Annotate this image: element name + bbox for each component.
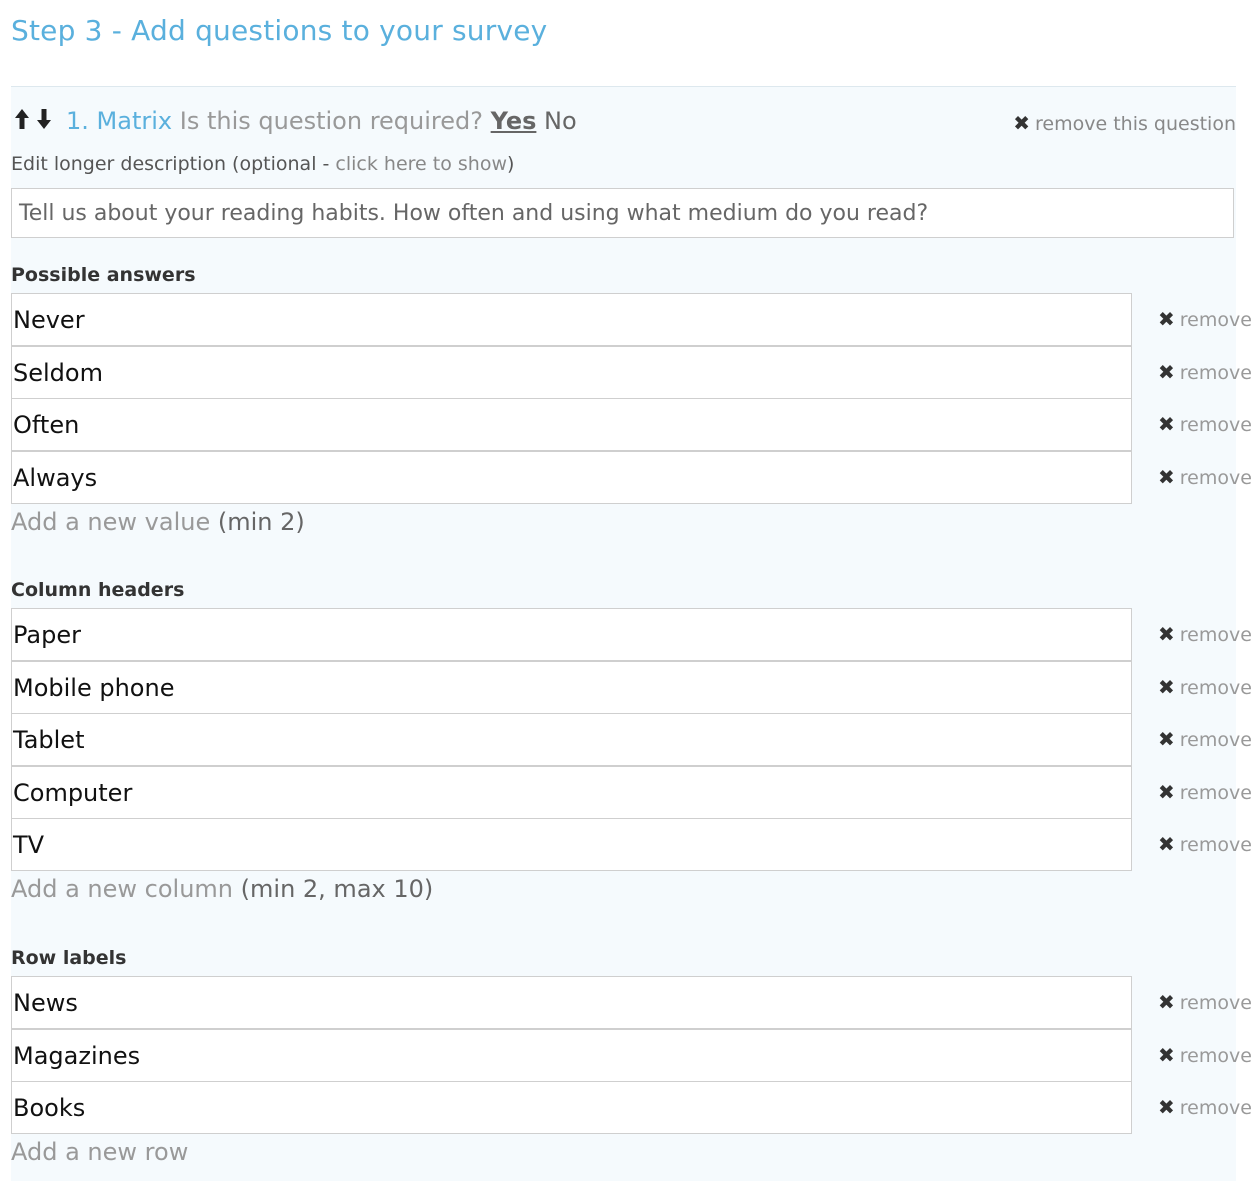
possible-answers-item-input[interactable]: Often [11, 398, 1132, 451]
description-prefix: Edit longer description (optional - [11, 153, 336, 175]
remove-label: remove [1179, 782, 1252, 804]
column-headers-remove-button[interactable]: ✖ remove [1158, 780, 1252, 804]
add-value-hint: (min 2) [217, 508, 305, 536]
close-icon: ✖ [1158, 360, 1175, 384]
close-icon: ✖ [1158, 832, 1175, 856]
remove-label: remove [1179, 1097, 1252, 1119]
possible-answers-title: Possible answers [11, 264, 196, 286]
question-header: 1. Matrix Is this question required? Yes… [11, 105, 1236, 141]
close-icon: ✖ [1158, 727, 1175, 751]
add-value-link[interactable]: Add a new value [11, 508, 210, 536]
show-description-link[interactable]: click here to show [335, 153, 507, 175]
reorder-controls [13, 107, 53, 131]
row-labels-remove-button[interactable]: ✖ remove [1158, 990, 1252, 1014]
remove-label: remove [1179, 1045, 1252, 1067]
possible-answers-item-input[interactable]: Never [11, 293, 1132, 346]
column-headers-item-input[interactable]: Computer [11, 766, 1132, 819]
row-labels-remove-button[interactable]: ✖ remove [1158, 1095, 1252, 1119]
remove-question-button[interactable]: ✖ remove this question [1013, 111, 1236, 135]
question-type: Matrix [96, 107, 173, 135]
question-text-input[interactable]: Tell us about your reading habits. How o… [11, 188, 1234, 238]
question-panel: 1. Matrix Is this question required? Yes… [11, 86, 1252, 1181]
possible-answers-item-input[interactable]: Always [11, 451, 1132, 504]
row-labels-item-input[interactable]: Books [11, 1081, 1132, 1134]
close-icon: ✖ [1158, 622, 1175, 646]
add-row-link[interactable]: Add a new row [11, 1138, 188, 1166]
row-labels-item-input[interactable]: News [11, 976, 1132, 1029]
row-labels-title: Row labels [11, 947, 127, 969]
possible-answers-remove-button[interactable]: ✖ remove [1158, 465, 1252, 489]
possible-answers-remove-button[interactable]: ✖ remove [1158, 360, 1252, 384]
required-no-option[interactable]: No [544, 107, 577, 135]
column-headers-item-input[interactable]: TV [11, 818, 1132, 871]
required-prompt: Is this question required? [179, 107, 483, 135]
column-headers-item-input[interactable]: Mobile phone [11, 661, 1132, 714]
add-value-link-line: Add a new value (min 2) [11, 508, 305, 536]
close-icon: ✖ [1158, 1043, 1175, 1067]
possible-answers-remove-button[interactable]: ✖ remove [1158, 412, 1252, 436]
possible-answers-remove-button[interactable]: ✖ remove [1158, 307, 1252, 331]
close-icon: ✖ [1158, 1095, 1175, 1119]
remove-label: remove [1179, 362, 1252, 384]
question-label: 1. Matrix Is this question required? Yes… [66, 107, 577, 135]
remove-label: remove [1179, 309, 1252, 331]
remove-question-label: remove this question [1035, 113, 1236, 135]
remove-label: remove [1179, 834, 1252, 856]
description-toggle-line: Edit longer description (optional - clic… [11, 153, 514, 175]
close-icon: ✖ [1013, 111, 1031, 135]
column-headers-item-input[interactable]: Tablet [11, 713, 1132, 766]
required-yes-option[interactable]: Yes [491, 107, 537, 135]
remove-label: remove [1179, 677, 1252, 699]
column-headers-remove-button[interactable]: ✖ remove [1158, 675, 1252, 699]
column-headers-title: Column headers [11, 579, 185, 601]
page-title: Step 3 - Add questions to your survey [11, 14, 548, 47]
close-icon: ✖ [1158, 780, 1175, 804]
arrow-down-icon[interactable] [35, 107, 53, 131]
remove-label: remove [1179, 414, 1252, 436]
question-number: 1. [66, 107, 89, 135]
column-headers-remove-button[interactable]: ✖ remove [1158, 727, 1252, 751]
close-icon: ✖ [1158, 307, 1175, 331]
add-row-link-line: Add a new row [11, 1138, 188, 1166]
add-column-link-line: Add a new column (min 2, max 10) [11, 875, 433, 903]
row-labels-remove-button[interactable]: ✖ remove [1158, 1043, 1252, 1067]
description-suffix: ) [507, 153, 515, 175]
close-icon: ✖ [1158, 412, 1175, 436]
close-icon: ✖ [1158, 675, 1175, 699]
remove-label: remove [1179, 729, 1252, 751]
close-icon: ✖ [1158, 990, 1175, 1014]
add-column-hint: (min 2, max 10) [240, 875, 434, 903]
row-labels-item-input[interactable]: Magazines [11, 1029, 1132, 1082]
remove-label: remove [1179, 992, 1252, 1014]
column-headers-item-input[interactable]: Paper [11, 608, 1132, 661]
remove-label: remove [1179, 467, 1252, 489]
remove-label: remove [1179, 624, 1252, 646]
column-headers-remove-button[interactable]: ✖ remove [1158, 832, 1252, 856]
add-column-link[interactable]: Add a new column [11, 875, 233, 903]
survey-editor-page: Step 3 - Add questions to your survey 1.… [0, 0, 1258, 1181]
arrow-up-icon[interactable] [13, 107, 31, 131]
possible-answers-item-input[interactable]: Seldom [11, 346, 1132, 399]
column-headers-remove-button[interactable]: ✖ remove [1158, 622, 1252, 646]
close-icon: ✖ [1158, 465, 1175, 489]
